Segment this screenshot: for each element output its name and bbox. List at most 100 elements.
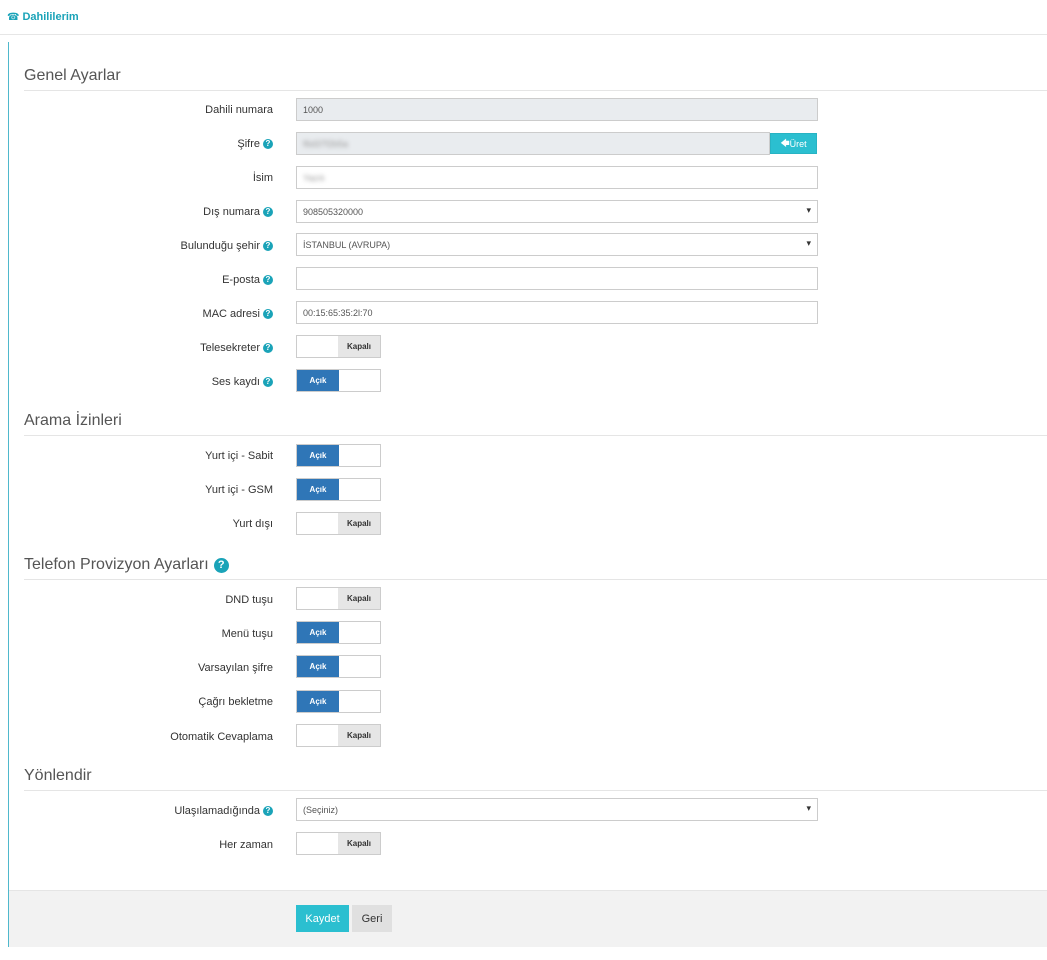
toggle-state: Açık [297,656,339,677]
help-icon[interactable]: ? [263,806,273,816]
dahili-numara-field: 1000 [296,98,818,121]
her-zaman-toggle[interactable]: Kapalı [296,832,381,855]
label-text: Telesekreter [200,342,260,354]
arrow-left-icon: 🡄 [780,137,790,148]
label-ses-kaydi: Ses kaydı? [212,376,273,388]
mac-address-field[interactable]: 00:15:65:35:2l:70 [296,301,818,324]
label-text: Bulunduğu şehir [180,240,260,252]
label-yurt-disi: Yurt dışı [233,518,273,530]
toggle-state: Açık [297,622,339,643]
sehir-value: İSTANBUL (AVRUPA) [303,239,391,250]
label-isim: İsim [253,172,273,184]
label-text: Her zaman [219,839,273,851]
help-icon[interactable]: ? [263,207,273,217]
yurt-ici-gsm-toggle[interactable]: Açık [296,478,381,501]
dahili-numara-value: 1000 [303,104,324,115]
help-icon[interactable]: ? [213,557,229,573]
label-cagri-bekletme: Çağrı bekletme [198,696,273,708]
section-divider [24,579,1047,580]
label-text: İsim [252,172,273,184]
dnd-toggle[interactable]: Kapalı [296,587,381,610]
save-button[interactable]: Kaydet [296,905,349,932]
label-text: DND tuşu [225,594,273,606]
section-divider [24,90,1047,91]
label-eposta: E-posta? [222,274,273,286]
label-text: E-posta [222,274,260,286]
section-divider [24,790,1047,791]
cagri-bekletme-toggle[interactable]: Açık [296,690,381,713]
label-dis-numara: Dış numara? [203,206,273,218]
label-text: Dış numara [203,206,260,218]
telesekreter-toggle[interactable]: Kapalı [296,335,381,358]
label-yurt-ici-sabit: Yurt içi - Sabit [205,450,273,462]
section-title-text: Telefon Provizyon Ayarları [24,556,209,573]
label-text: Yurt içi - GSM [205,484,273,496]
section-title-yonlendir: Yönlendir [24,767,92,784]
label-telesekreter: Telesekreter? [200,342,273,354]
label-mac: MAC adresi? [203,308,273,320]
toggle-state: Açık [297,479,339,500]
help-icon[interactable]: ? [263,377,273,387]
label-sehir: Bulunduğu şehir? [180,240,273,252]
label-text: MAC adresi [202,308,260,320]
toggle-state: Kapalı [338,336,380,357]
label-text: Yurt dışı [232,518,273,530]
toggle-state: Açık [297,445,339,466]
label-her-zaman: Her zaman [219,839,273,851]
toggle-state: Kapalı [338,513,380,534]
label-text: Dahili numara [205,104,273,116]
label-dahili-numara: Dahili numara [205,104,273,116]
email-field[interactable] [296,267,818,290]
label-menu: Menü tuşu [222,628,273,640]
label-text: Otomatik Cevaplama [170,731,273,743]
ulasilamadiginda-value: (Seçiniz) [303,804,339,815]
section-divider [24,435,1047,436]
page-title: ☎ Dahililerim [7,11,79,23]
help-icon[interactable]: ? [263,139,273,149]
varsayilan-sifre-toggle[interactable]: Açık [296,655,381,678]
yurt-disi-toggle[interactable]: Kapalı [296,512,381,535]
ulasilamadiginda-select[interactable]: (Seçiniz) [296,798,818,821]
dis-numara-value: 908505320000 [303,206,364,217]
form-footer [9,890,1047,947]
sifre-field: f6d37f2b5a [296,132,770,155]
page-title-text: Dahililerim [22,11,79,23]
toggle-state: Kapalı [338,588,380,609]
toggle-state: Açık [297,691,339,712]
label-text: Ses kaydı [211,376,260,388]
label-ulasilamadiginda: Ulaşılamadığında? [174,805,273,817]
sifre-value: f6d37f2b5a [303,138,349,149]
toggle-state: Kapalı [338,833,380,854]
help-icon[interactable]: ? [263,309,273,319]
phone-icon: ☎ [7,11,20,23]
help-icon[interactable]: ? [263,241,273,251]
toggle-state: Kapalı [338,725,380,746]
label-varsayilan-sifre: Varsayılan şifre [198,662,273,674]
otomatik-cevaplama-toggle[interactable]: Kapalı [296,724,381,747]
section-title-genel: Genel Ayarlar [24,67,121,84]
label-text: Ulaşılamadığında [174,805,260,817]
generate-password-button[interactable]: 🡄 Üret [770,133,817,154]
generate-button-label: Üret [789,138,807,149]
help-icon[interactable]: ? [263,275,273,285]
label-text: Şifre [237,138,260,150]
label-yurt-ici-gsm: Yurt içi - GSM [205,484,273,496]
ses-kaydi-toggle[interactable]: Açık [296,369,381,392]
dis-numara-select[interactable]: 908505320000 [296,200,818,223]
section-title-provizyon: Telefon Provizyon Ayarları? [24,556,229,574]
back-button[interactable]: Geri [352,905,392,932]
label-text: Menü tuşu [221,628,273,640]
yurt-ici-sabit-toggle[interactable]: Açık [296,444,381,467]
label-text: Çağrı bekletme [198,696,273,708]
mac-value: 00:15:65:35:2l:70 [303,307,373,318]
top-bar: ☎ Dahililerim [0,0,1047,35]
isim-value: Yazılı [303,172,325,183]
help-icon[interactable]: ? [263,343,273,353]
section-title-arama: Arama İzinleri [24,412,122,429]
menu-toggle[interactable]: Açık [296,621,381,644]
isim-input[interactable]: Yazılı [296,166,818,189]
label-sifre: Şifre? [237,138,273,150]
label-otomatik-cevaplama: Otomatik Cevaplama [170,731,273,743]
label-text: Varsayılan şifre [198,662,273,674]
sehir-select[interactable]: İSTANBUL (AVRUPA) [296,233,818,256]
